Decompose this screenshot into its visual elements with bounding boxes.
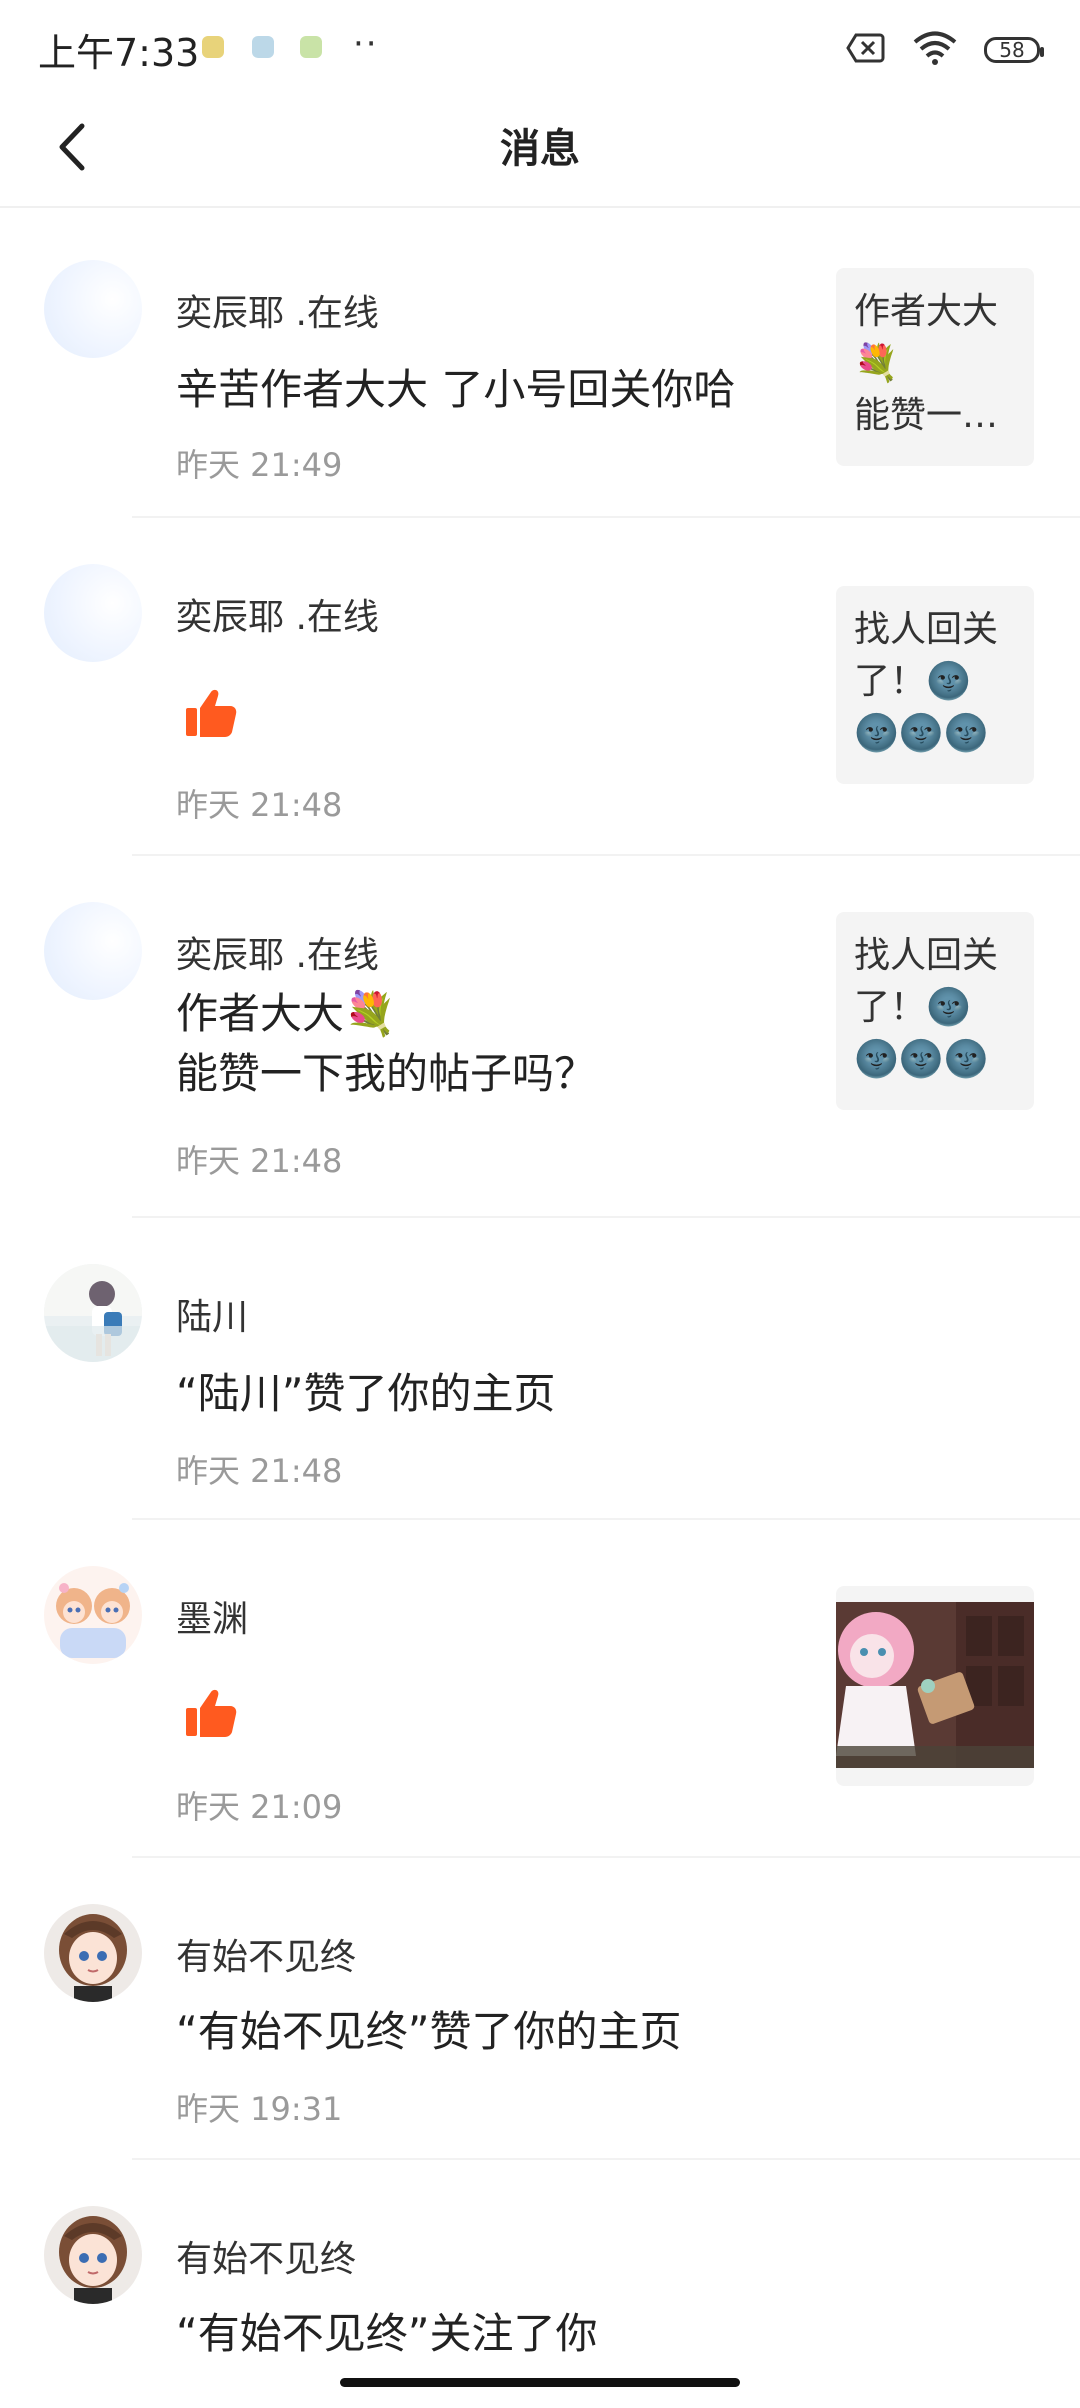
- message-time: 昨天 21:48: [176, 786, 343, 824]
- avatar[interactable]: [44, 902, 142, 1000]
- message-time: 昨天 21:49: [176, 446, 343, 484]
- header: 消息: [0, 100, 1080, 208]
- message-content: “有始不见终”关注了你: [176, 2309, 598, 2358]
- sim-off-icon: [846, 32, 886, 68]
- avatar[interactable]: [44, 2206, 142, 2304]
- message-time: 昨天 21:48: [176, 1142, 343, 1180]
- sender-name[interactable]: 奕辰耶 .在线: [176, 588, 379, 640]
- avatar[interactable]: [44, 1264, 142, 1362]
- status-bar: 上午7:33 ·· 58: [0, 0, 1080, 100]
- list-item[interactable]: 奕辰耶 .在线 辛苦作者大大 了小号回关你哈 昨天 21:49 作者大大 💐 能…: [0, 214, 1080, 518]
- sender-name[interactable]: 陆川: [176, 1288, 248, 1340]
- list-item[interactable]: 墨渊 昨天 21:09: [0, 1520, 1080, 1858]
- message-content: “有始不见终”赞了你的主页: [176, 2007, 682, 2056]
- post-thumbnail[interactable]: 作者大大 💐 能赞一…: [836, 268, 1034, 466]
- sender-name[interactable]: 墨渊: [176, 1590, 248, 1642]
- thumbnail-text: 找人回关 了！🌚 🌚🌚🌚: [854, 935, 999, 1080]
- sender-name[interactable]: 奕辰耶 .在线: [176, 926, 379, 978]
- list-item[interactable]: 有始不见终 “有始不见终”关注了你: [0, 2160, 1080, 2408]
- post-thumbnail[interactable]: 找人回关 了！🌚 🌚🌚🌚: [836, 586, 1034, 784]
- thumbnail-text: 作者大大 💐 能赞一…: [854, 291, 999, 436]
- anime-girl-photo-thumbnail: [836, 1602, 1034, 1768]
- message-content: 作者大大💐 能赞一下我的帖子吗？: [176, 989, 597, 1098]
- message-time: 昨天 21:09: [176, 1788, 343, 1826]
- app-icon-3: [300, 36, 322, 58]
- sender-name[interactable]: 有始不见终: [176, 1928, 356, 1980]
- sender-name[interactable]: 奕辰耶 .在线: [176, 284, 379, 336]
- thumbnail-text: 找人回关 了！🌚 🌚🌚🌚: [854, 609, 999, 754]
- status-more-dots: ··: [353, 24, 379, 64]
- status-time: 上午7:33: [38, 31, 200, 75]
- avatar[interactable]: [44, 260, 142, 358]
- post-thumbnail[interactable]: [836, 1586, 1034, 1786]
- message-time: 昨天 19:31: [176, 2090, 343, 2128]
- message-content: “陆川”赞了你的主页: [176, 1369, 556, 1418]
- list-item[interactable]: 奕辰耶 .在线 昨天 21:48 找人回关 了！🌚 🌚🌚🌚: [0, 518, 1080, 856]
- app-icon-2: [252, 36, 274, 58]
- message-time: 昨天 21:48: [176, 1452, 343, 1490]
- app-icon-1: [202, 36, 224, 58]
- avatar[interactable]: [44, 1566, 142, 1664]
- page-title: 消息: [500, 126, 580, 172]
- thumbs-up-icon: [184, 1686, 238, 1740]
- list-item[interactable]: 陆川 “陆川”赞了你的主页 昨天 21:48: [0, 1218, 1080, 1520]
- battery-level: 58: [999, 38, 1025, 62]
- post-thumbnail[interactable]: 找人回关 了！🌚 🌚🌚🌚: [836, 912, 1034, 1110]
- status-right: 58: [846, 28, 1044, 72]
- home-indicator[interactable]: [340, 2378, 740, 2387]
- message-content: 辛苦作者大大 了小号回关你哈: [176, 365, 736, 414]
- wifi-icon: [912, 31, 958, 69]
- thumbs-up-icon: [184, 686, 238, 740]
- sender-name[interactable]: 有始不见终: [176, 2230, 356, 2282]
- list-item[interactable]: 有始不见终 “有始不见终”赞了你的主页 昨天 19:31: [0, 1858, 1080, 2160]
- avatar[interactable]: [44, 564, 142, 662]
- list-item[interactable]: 奕辰耶 .在线 作者大大💐 能赞一下我的帖子吗？ 昨天 21:48 找人回关 了…: [0, 856, 1080, 1218]
- avatar[interactable]: [44, 1904, 142, 2002]
- battery-icon: 58: [984, 37, 1044, 63]
